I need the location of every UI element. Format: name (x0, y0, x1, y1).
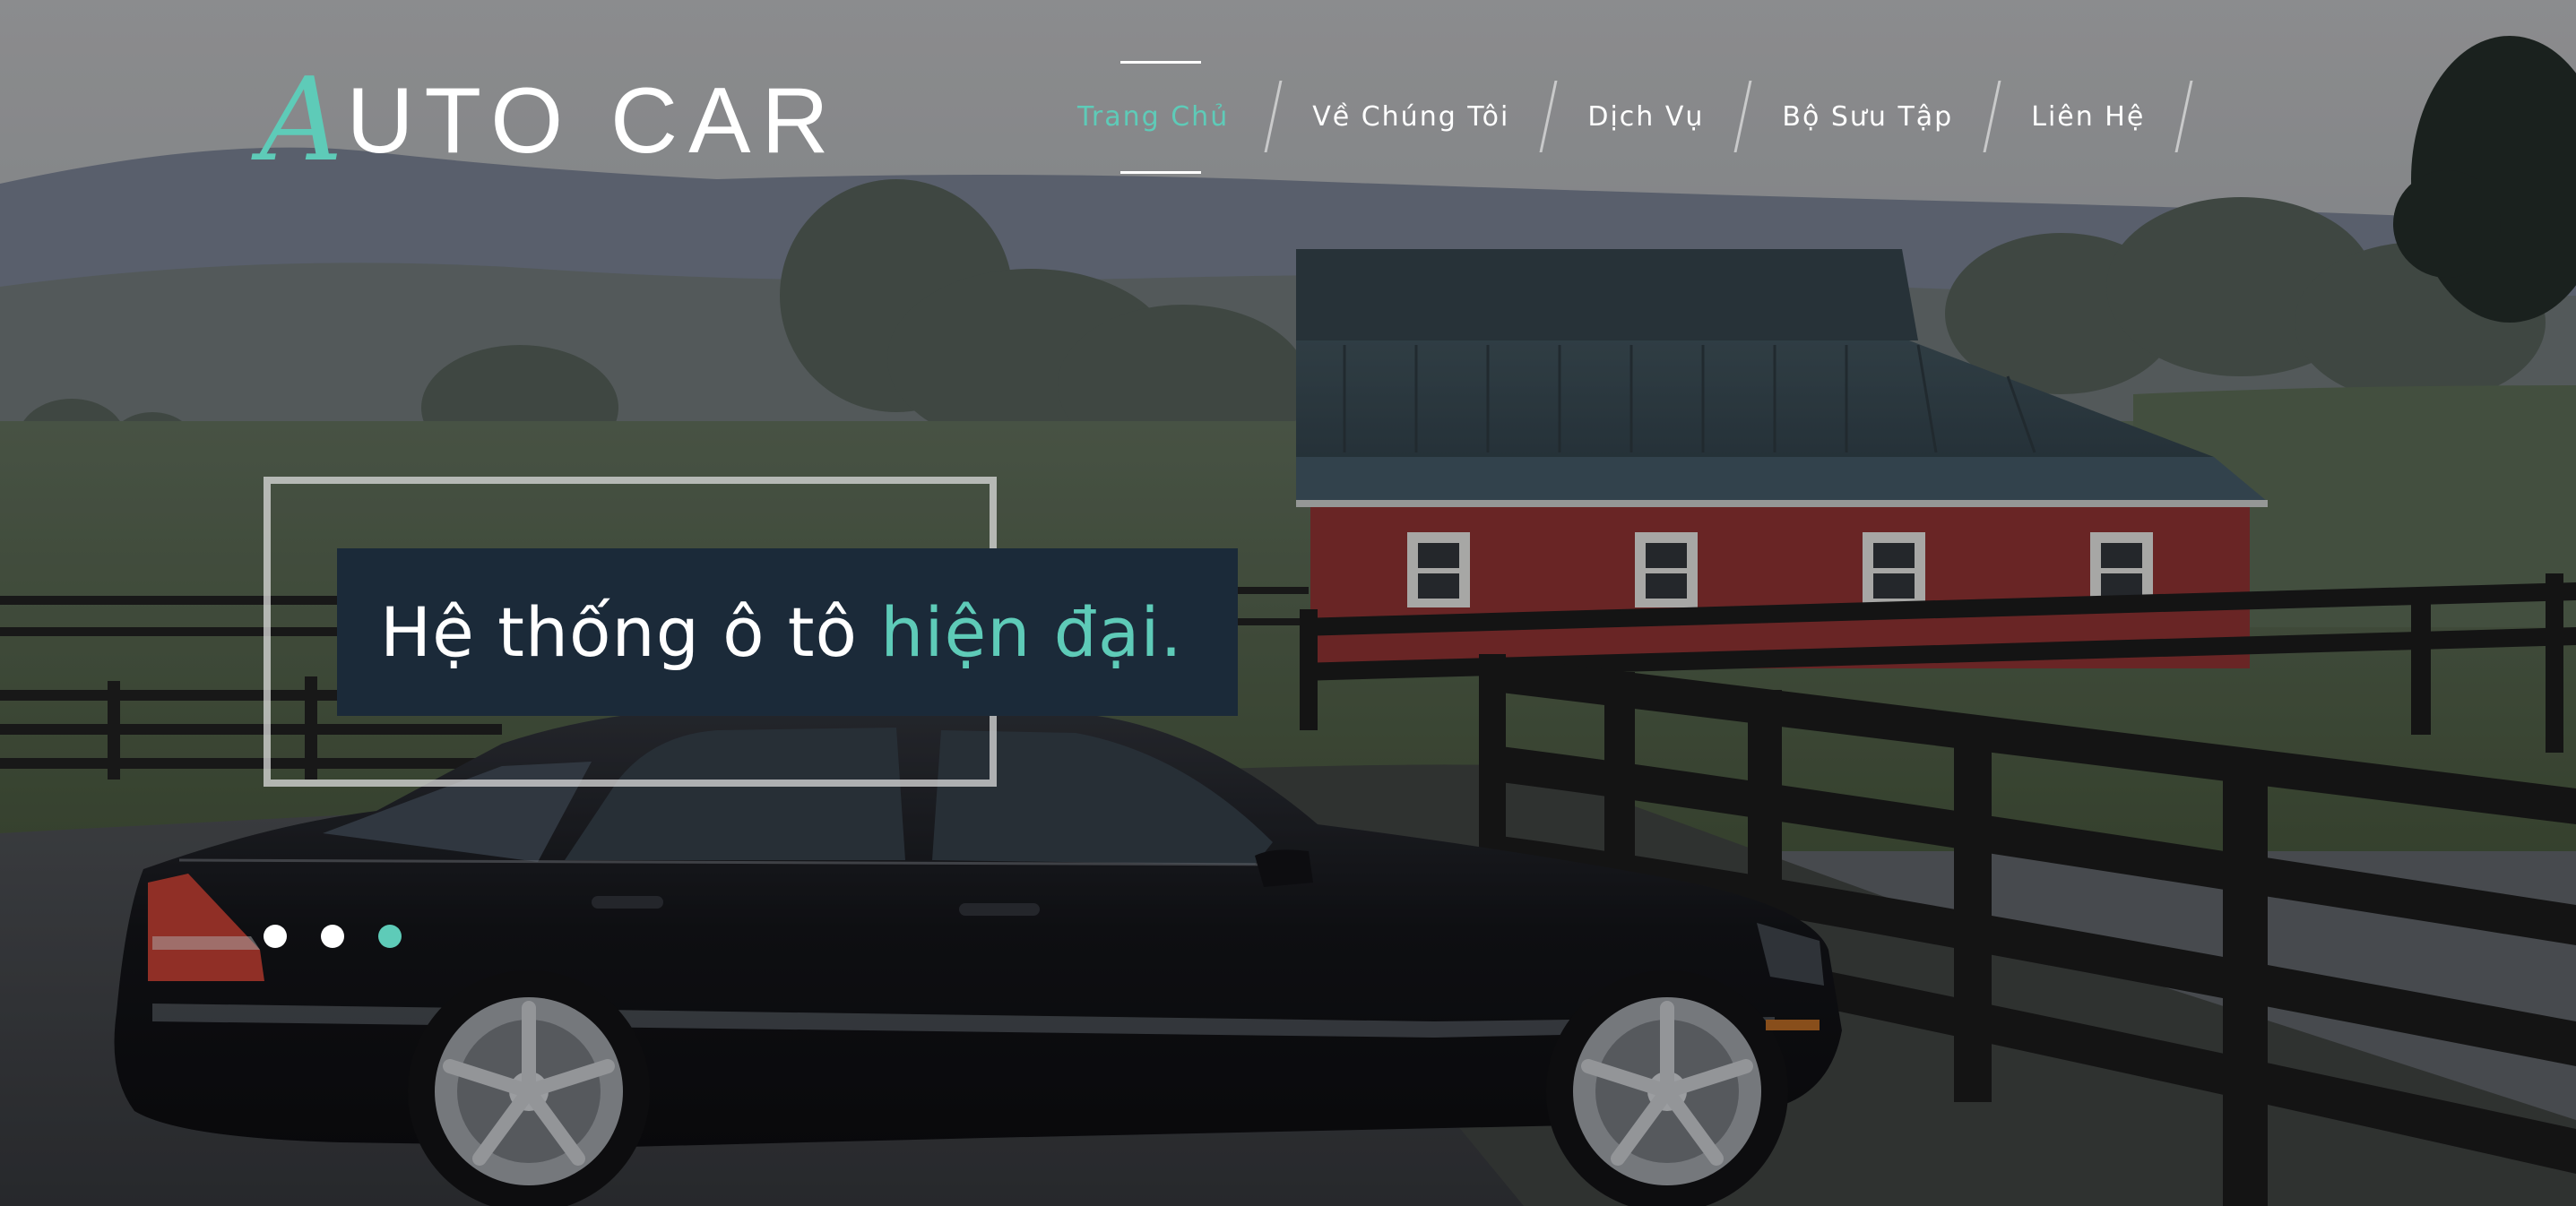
nav-item-collection[interactable]: Bộ Sưu Tập (1744, 54, 1991, 179)
nav-item-services[interactable]: Dịch Vụ (1550, 54, 1742, 179)
main-nav: Trang Chủ Về Chúng Tôi Dịch Vụ Bộ Sưu Tậ… (1049, 54, 2193, 179)
logo-initial: A (260, 54, 343, 187)
slider-dots (264, 925, 402, 948)
headline-main-text: Hệ thống ô tô (380, 592, 881, 672)
headline-box: Hệ thống ô tô hiện đại. (337, 548, 1238, 716)
logo-text: UTO CAR (346, 69, 840, 173)
hero-section: A UTO CAR Trang Chủ Về Chúng Tôi Dịch Vụ… (0, 0, 2576, 1206)
nav-item-home[interactable]: Trang Chủ (1049, 54, 1272, 179)
slider-dot-2[interactable] (321, 925, 344, 948)
nav-item-about[interactable]: Về Chúng Tôi (1275, 54, 1547, 179)
nav-item-contact[interactable]: Liên Hệ (1993, 54, 2183, 179)
slider-dot-3[interactable] (378, 925, 402, 948)
slider-dot-1[interactable] (264, 925, 287, 948)
headline-accent-text: hiện đại. (880, 592, 1183, 672)
site-logo[interactable]: A UTO CAR (260, 63, 840, 179)
hero-headline: Hệ thống ô tô hiện đại. (380, 592, 1183, 672)
